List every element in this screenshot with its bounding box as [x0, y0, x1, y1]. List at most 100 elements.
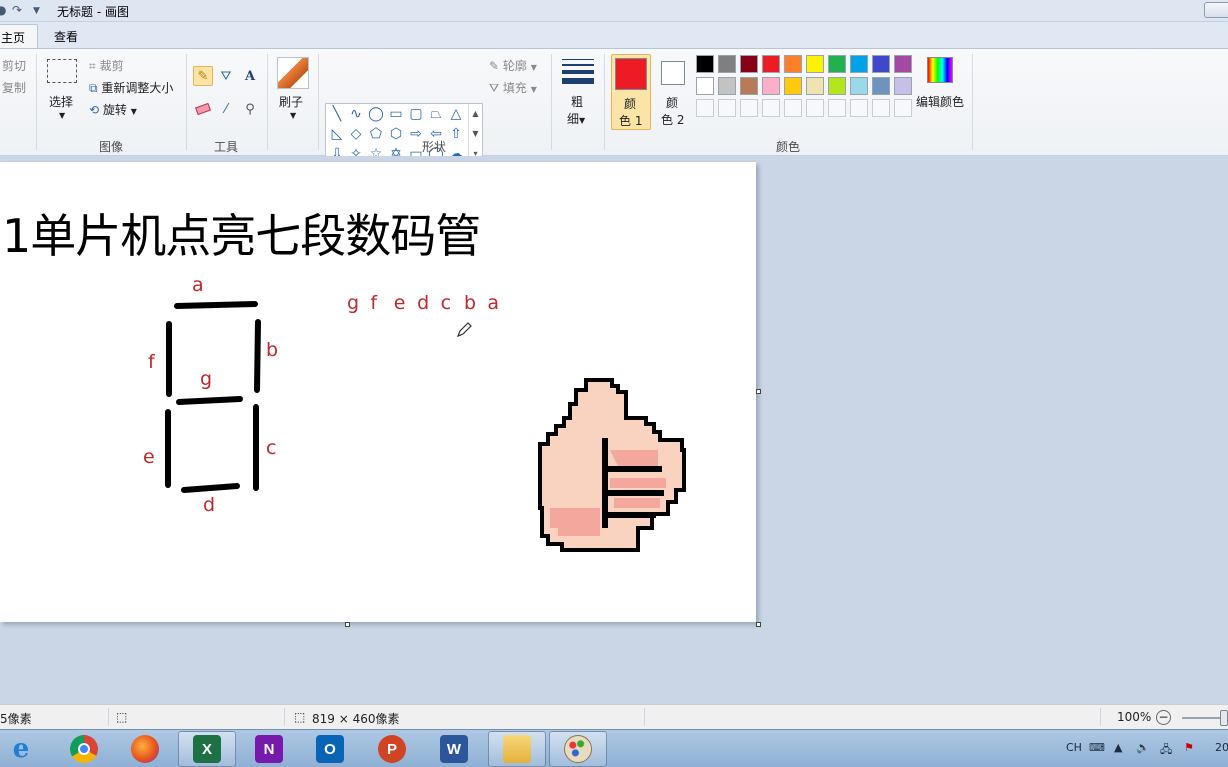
color1-button[interactable]: 颜 色 1 — [611, 54, 651, 130]
show-hidden-icons-icon[interactable]: ▲ — [1114, 741, 1122, 754]
curve-shape-icon[interactable]: ∿ — [347, 105, 365, 123]
brushes-dropdown-icon[interactable]: ▼ — [290, 111, 296, 120]
zoom-out-icon[interactable]: − — [1156, 710, 1171, 725]
palette-custom-slot[interactable] — [806, 99, 824, 117]
taskbar-outlook[interactable]: O — [301, 731, 359, 767]
palette-custom-slot[interactable] — [762, 99, 780, 117]
pencil-cursor-icon — [456, 322, 472, 338]
copy-button[interactable]: 复制 — [2, 79, 26, 96]
select-dropdown-icon[interactable]: ▼ — [59, 111, 65, 120]
clock[interactable]: 20 — [1215, 741, 1228, 754]
fill-button[interactable]: ⛛ 填充 ▼ — [489, 79, 537, 96]
palette-color[interactable] — [740, 77, 758, 95]
taskbar-paint[interactable] — [549, 731, 607, 767]
rotate-button[interactable]: ⟲ 旋转 ▼ — [89, 101, 137, 118]
palette-color[interactable] — [696, 77, 714, 95]
resize-handle-corner[interactable] — [756, 622, 761, 627]
right-triangle-shape-icon[interactable]: ◺ — [328, 125, 346, 143]
hexagon-shape-icon[interactable]: ⬡ — [387, 125, 405, 143]
edit-colors-icon[interactable] — [927, 57, 953, 83]
size-label-1[interactable]: 粗 — [571, 93, 583, 110]
color2-button[interactable]: 颜 色 2 — [656, 54, 692, 130]
cut-button[interactable]: 剪切 — [2, 57, 26, 74]
palette-color[interactable] — [850, 77, 868, 95]
resize-handle-bottom[interactable] — [345, 622, 350, 627]
palette-color[interactable] — [784, 77, 802, 95]
palette-custom-slot[interactable] — [894, 99, 912, 117]
palette-color[interactable] — [806, 77, 824, 95]
resize-button[interactable]: ⧉ 重新调整大小 — [89, 79, 173, 96]
eraser-tool[interactable] — [193, 99, 213, 119]
palette-color[interactable] — [762, 55, 780, 73]
diamond-shape-icon[interactable]: ◇ — [347, 125, 365, 143]
polygon-shape-icon[interactable]: ⏢ — [427, 105, 445, 123]
palette-color[interactable] — [740, 55, 758, 73]
brush-icon[interactable] — [277, 57, 309, 89]
edit-colors-button[interactable]: 编辑颜色 — [916, 93, 964, 110]
palette-color[interactable] — [784, 55, 802, 73]
palette-color[interactable] — [718, 77, 736, 95]
taskbar-onenote[interactable]: N — [240, 731, 298, 767]
volume-icon[interactable]: 🔈 — [1136, 741, 1150, 754]
palette-custom-slot[interactable] — [718, 99, 736, 117]
pencil-tool[interactable]: ✎ — [193, 66, 213, 86]
palette-color[interactable] — [806, 55, 824, 73]
taskbar-ie[interactable]: e — [0, 731, 50, 767]
taskbar-excel[interactable]: X — [178, 731, 236, 767]
palette-color[interactable] — [850, 55, 868, 73]
color2-label-a: 颜 — [666, 96, 679, 110]
palette-color[interactable] — [872, 55, 890, 73]
taskbar-chrome[interactable] — [55, 731, 113, 767]
rounded-rectangle-shape-icon[interactable]: ▢ — [407, 105, 425, 123]
network-icon[interactable]: 🖧 — [1160, 741, 1172, 760]
keyboard-icon[interactable]: ⌨ — [1089, 741, 1105, 754]
palette-custom-slot[interactable] — [696, 99, 714, 117]
resize-handle-right[interactable] — [756, 389, 761, 394]
palette-custom-slot[interactable] — [872, 99, 890, 117]
palette-custom-slot[interactable] — [850, 99, 868, 117]
drawing-canvas[interactable]: 1单片机点亮七段数码管 a b f g e c d g f e d c b a — [0, 162, 756, 622]
outline-button[interactable]: ✎ 轮廓 ▼ — [489, 57, 537, 74]
triangle-shape-icon[interactable]: △ — [447, 105, 465, 123]
taskbar-explorer[interactable] — [488, 731, 546, 767]
minimize-button[interactable] — [1204, 2, 1228, 18]
crop-button[interactable]: ⌗ 裁剪 — [89, 57, 124, 74]
quick-access-dropdown-icon[interactable]: ▼ — [33, 6, 40, 16]
tab-home[interactable]: 主页 — [0, 24, 38, 49]
zoom-slider-thumb[interactable] — [1220, 710, 1228, 726]
palette-color[interactable] — [828, 77, 846, 95]
palette-color[interactable] — [894, 77, 912, 95]
redo-icon[interactable]: ↷ — [12, 3, 22, 17]
taskbar-powerpoint[interactable]: P — [363, 731, 421, 767]
size-button[interactable]: 细▼ — [567, 110, 585, 127]
select-icon[interactable] — [47, 59, 77, 83]
save-icon[interactable]: ● — [0, 3, 6, 17]
taskbar-firefox[interactable] — [116, 731, 174, 767]
palette-custom-slot[interactable] — [740, 99, 758, 117]
fill-tool[interactable]: ⛛ — [216, 66, 236, 86]
palette-custom-slot[interactable] — [828, 99, 846, 117]
brushes-button[interactable]: 刷子 — [279, 93, 303, 110]
palette-color[interactable] — [828, 55, 846, 73]
text-tool[interactable]: A — [240, 66, 260, 86]
pentagon-shape-icon[interactable]: ⬠ — [367, 125, 385, 143]
palette-color[interactable] — [762, 77, 780, 95]
select-button[interactable]: 选择 — [49, 93, 73, 110]
action-center-icon[interactable]: ⚑ — [1184, 741, 1194, 754]
magnifier-tool[interactable]: ⚲ — [240, 99, 260, 119]
palette-color[interactable] — [696, 55, 714, 73]
palette-color[interactable] — [872, 77, 890, 95]
oval-shape-icon[interactable]: ◯ — [367, 105, 385, 123]
rectangle-shape-icon[interactable]: ▭ — [387, 105, 405, 123]
tab-view[interactable]: 查看 — [44, 24, 88, 49]
shapes-scrollbar[interactable]: ▲ ▼ ▾ — [468, 104, 482, 164]
size-icon[interactable] — [562, 57, 594, 85]
input-language[interactable]: CH — [1066, 741, 1082, 754]
up-arrow-shape-icon[interactable]: ⇧ — [447, 125, 465, 143]
taskbar-word[interactable]: W — [425, 731, 483, 767]
color-picker-tool[interactable]: ⁄ — [216, 99, 236, 119]
line-shape-icon[interactable]: ╲ — [328, 105, 346, 123]
palette-color[interactable] — [718, 55, 736, 73]
palette-custom-slot[interactable] — [784, 99, 802, 117]
palette-color[interactable] — [894, 55, 912, 73]
